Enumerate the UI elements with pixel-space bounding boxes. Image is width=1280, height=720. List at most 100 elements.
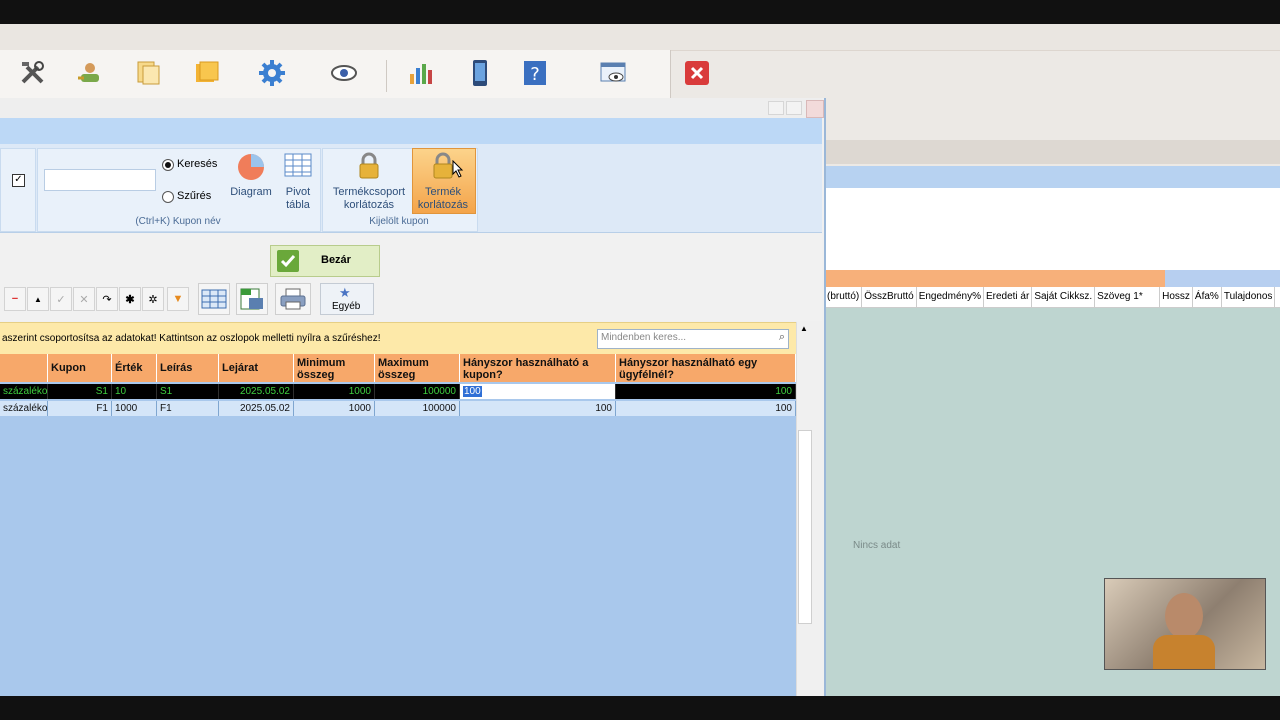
- ribbon-group-left: [0, 148, 36, 232]
- cell-kupon-kod[interactable]: S1: [48, 384, 112, 399]
- cell-hanyszor-kupon-editing[interactable]: 100: [460, 384, 616, 399]
- toolbar-separator: [386, 60, 387, 92]
- confirm-icon[interactable]: ✓: [50, 287, 72, 311]
- minimize-button[interactable]: [768, 101, 784, 115]
- table-row[interactable]: százalékos F1 1000 F1 2025.05.02 1000 10…: [0, 401, 796, 416]
- search-icon[interactable]: ⌕: [779, 331, 785, 344]
- dialog-titlebar[interactable]: [0, 98, 822, 118]
- cell-ertek[interactable]: 1000: [112, 401, 157, 416]
- pivot-table-icon[interactable]: [283, 152, 313, 180]
- right-col-header[interactable]: Saját Cikksz.: [1032, 287, 1096, 307]
- cell-hanyszor-ugyfel[interactable]: 100: [616, 384, 796, 399]
- other-button-label: Egyéb: [332, 301, 361, 312]
- termekcsoport-label-2[interactable]: korlátozás: [326, 199, 412, 212]
- szures-radio[interactable]: [162, 191, 174, 203]
- close-button[interactable]: Bezár: [270, 245, 380, 277]
- cell-hanyszor-ugyfel[interactable]: 100: [616, 401, 796, 416]
- right-col-header[interactable]: Hossz: [1160, 287, 1193, 307]
- cell-kupon-kod[interactable]: F1: [48, 401, 112, 416]
- main-toolbar: ?: [0, 50, 709, 99]
- pivot-label[interactable]: Pivot: [276, 186, 320, 199]
- cell-edit-selection[interactable]: 100: [463, 386, 482, 397]
- delete-icon[interactable]: −: [4, 287, 26, 311]
- table-row[interactable]: százalékos S1 10 S1 2025.05.02 1000 1000…: [0, 384, 796, 399]
- folders-icon[interactable]: [192, 58, 222, 88]
- grid-view-icon[interactable]: [198, 283, 230, 315]
- tools-icon[interactable]: [18, 58, 48, 88]
- col-header-hanyszor-ugyfel[interactable]: Hányszor használható egy ügyfélnél?: [616, 354, 796, 382]
- lock-icon[interactable]: [356, 152, 382, 180]
- right-col-header[interactable]: (bruttó): [825, 287, 863, 307]
- user-icon[interactable]: [75, 58, 105, 88]
- cancel-icon[interactable]: ✕: [73, 287, 95, 311]
- diagram-label[interactable]: Diagram: [226, 186, 276, 199]
- cell-ertek[interactable]: 10: [112, 384, 157, 399]
- cell-hanyszor-kupon[interactable]: 100: [460, 401, 616, 416]
- col-header-hanyszor-kupon[interactable]: Hányszor használható a kupon?: [460, 354, 616, 382]
- cell-type[interactable]: százalékos: [0, 384, 48, 399]
- close-button-label: Bezár: [321, 254, 351, 266]
- cell-minimum[interactable]: 1000: [294, 384, 375, 399]
- grid-search-input[interactable]: Mindenben keres... ⌕: [597, 329, 789, 349]
- right-col-header[interactable]: Tulajdonos: [1222, 287, 1276, 307]
- termekcsoport-label[interactable]: Termékcsoport: [326, 186, 412, 199]
- checkbox[interactable]: ✓: [12, 174, 25, 187]
- cell-minimum[interactable]: 1000: [294, 401, 375, 416]
- cell-maximum[interactable]: 100000: [375, 384, 460, 399]
- checkmark-icon: [277, 250, 299, 272]
- cell-leiras[interactable]: F1: [157, 401, 219, 416]
- mobile-icon[interactable]: [465, 58, 495, 88]
- filter-icon[interactable]: ▼: [167, 287, 189, 311]
- scrollbar-thumb[interactable]: [798, 430, 812, 624]
- termek-label-2[interactable]: korlátozás: [412, 199, 474, 212]
- cell-type[interactable]: százalékos: [0, 401, 48, 416]
- redo-icon[interactable]: ↷: [96, 287, 118, 311]
- asterisk-outline-icon[interactable]: ✲: [142, 287, 164, 311]
- right-panel-header: [825, 140, 1280, 164]
- right-col-header[interactable]: Áfa%: [1193, 287, 1222, 307]
- scroll-up-icon[interactable]: ▲: [800, 324, 808, 333]
- maximize-button[interactable]: [786, 101, 802, 115]
- coupon-name-search-input[interactable]: [44, 169, 156, 191]
- cell-maximum[interactable]: 100000: [375, 401, 460, 416]
- col-header-ertek[interactable]: Érték: [112, 354, 157, 382]
- group-hint-text: aszerint csoportosítsa az adatokat! Katt…: [2, 333, 381, 344]
- close-app-icon[interactable]: [682, 58, 712, 88]
- search-group-label: (Ctrl+K) Kupon név: [135, 216, 221, 227]
- gear-icon[interactable]: [257, 58, 287, 88]
- excel-export-icon[interactable]: [236, 283, 268, 315]
- col-header-leiras[interactable]: Leírás: [157, 354, 219, 382]
- print-icon[interactable]: [275, 283, 311, 315]
- termek-label[interactable]: Termék: [412, 186, 474, 199]
- right-col-header[interactable]: Szöveg 1*: [1095, 287, 1161, 307]
- col-header-maximum[interactable]: Maximum összeg: [375, 354, 460, 382]
- window-view-icon[interactable]: [598, 58, 628, 88]
- asterisk-icon[interactable]: ✱: [119, 287, 141, 311]
- right-grid-group-header: [825, 270, 1165, 287]
- presenter-face: [1165, 593, 1203, 639]
- right-col-header[interactable]: Eredeti ár: [984, 287, 1033, 307]
- documents-icon[interactable]: [134, 58, 164, 88]
- cell-lejarat[interactable]: 2025.05.02: [219, 384, 294, 399]
- diagram-icon[interactable]: [236, 152, 266, 182]
- star-icon: ★: [339, 285, 351, 300]
- cell-lejarat[interactable]: 2025.05.02: [219, 401, 294, 416]
- col-header-minimum[interactable]: Minimum összeg: [294, 354, 375, 382]
- svg-text:?: ?: [530, 64, 540, 85]
- right-grid-group-header-2: [1165, 270, 1280, 287]
- other-button[interactable]: ★ Egyéb: [320, 283, 374, 315]
- right-col-header[interactable]: ÖsszBruttó: [862, 287, 917, 307]
- help-icon[interactable]: ?: [520, 58, 550, 88]
- szures-label: Szűrés: [177, 190, 212, 202]
- cell-leiras[interactable]: S1: [157, 384, 219, 399]
- pivot-label-2[interactable]: tábla: [276, 199, 320, 212]
- right-col-header[interactable]: Engedmény%: [917, 287, 984, 307]
- col-header-kupon-kod[interactable]: Kupon kód: [48, 354, 112, 382]
- up-icon[interactable]: ▲: [27, 287, 49, 311]
- col-header-type[interactable]: [0, 354, 48, 382]
- kereses-radio[interactable]: [162, 159, 174, 171]
- col-header-lejarat[interactable]: Lejárat: [219, 354, 294, 382]
- bar-chart-icon[interactable]: [406, 58, 436, 88]
- eye-icon[interactable]: [329, 58, 359, 88]
- dialog-close-button[interactable]: [806, 100, 824, 118]
